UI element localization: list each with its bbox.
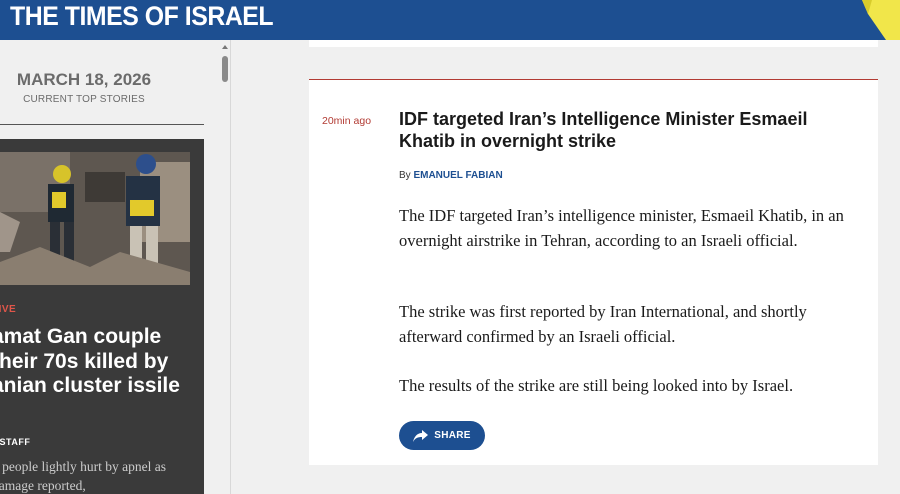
share-button[interactable]: SHARE [399, 421, 485, 450]
featured-story-summary: o people lightly hurt by apnel as damage… [0, 459, 166, 493]
live-badge: LIVE [0, 304, 17, 315]
article-paragraph: The results of the strike are still bein… [399, 376, 794, 395]
byline-prefix: By [399, 170, 411, 181]
scroll-up-arrow-icon[interactable] [222, 45, 228, 49]
top-stories-sidebar: MARCH 18, 2026 CURRENT TOP STORIES LIVE [0, 40, 217, 494]
share-label: SHARE [434, 430, 471, 441]
share-arrow-icon [413, 429, 429, 442]
article-headline[interactable]: IDF targeted Iran’s Intelligence Ministe… [399, 108, 839, 152]
divider [0, 124, 204, 125]
live-blog-entry: 20min ago IDF targeted Iran’s Intelligen… [309, 79, 878, 465]
site-logo[interactable]: THE TIMES OF ISRAEL [10, 1, 274, 32]
featured-story-byline: OI STAFF [0, 437, 31, 447]
scrollbar[interactable] [219, 40, 231, 494]
featured-story-headline[interactable]: amat Gan couple their 70s killed by ania… [0, 325, 202, 399]
article-paragraph: The IDF targeted Iran’s intelligence min… [399, 206, 844, 250]
previous-article-card [309, 40, 878, 47]
author-link[interactable]: EMANUEL FABIAN [413, 170, 502, 181]
timestamp: 20min ago [322, 115, 372, 127]
top-stories-label: CURRENT TOP STORIES [23, 94, 145, 105]
sticky-note-badge-icon[interactable] [856, 0, 900, 40]
current-date: MARCH 18, 2026 [16, 70, 152, 89]
featured-story-photo[interactable] [0, 152, 190, 285]
article-byline: By EMANUEL FABIAN [399, 170, 503, 181]
featured-story-card[interactable]: LIVE amat Gan couple their 70s killed by… [0, 139, 204, 494]
article-paragraph: The strike was first reported by Iran In… [399, 302, 807, 346]
site-header: THE TIMES OF ISRAEL [0, 0, 900, 40]
scroll-thumb[interactable] [222, 56, 228, 82]
